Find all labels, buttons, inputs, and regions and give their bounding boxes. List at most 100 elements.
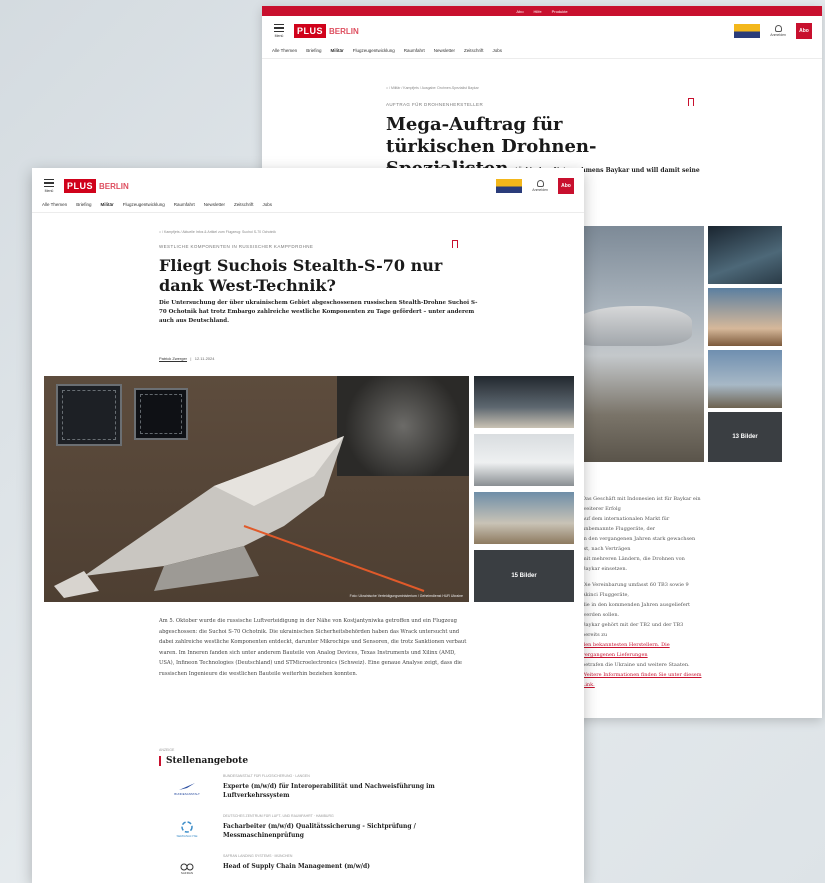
site-logo[interactable]: PLUS BERLIN (294, 24, 359, 38)
top-link[interactable]: Hilfe (534, 9, 542, 14)
body-link[interactable]: Weitere Informationen finden Sie unter d… (582, 670, 702, 690)
account-label: Anmelden (532, 188, 548, 192)
nav-item[interactable]: Flugzeugentwicklung (123, 202, 165, 207)
bookmark-icon[interactable] (688, 98, 694, 106)
site-logo[interactable]: PLUS BERLIN (64, 179, 129, 193)
more-images-button[interactable]: 15 Bilder (474, 550, 574, 602)
main-nav: Alle Themen Briefing Militär Flugzeugent… (32, 200, 584, 213)
nav-item[interactable]: Raumfahrt (404, 48, 425, 53)
job-meta: Safran Landing Systems · München (223, 854, 293, 858)
nav-item[interactable]: Flugzeugentwicklung (353, 48, 395, 53)
article-kicker: AUFTRAG FÜR DROHNENHERSTELLER (386, 102, 484, 107)
main-nav: Alle Themen Briefing Militär Flugzeugent… (262, 46, 822, 59)
account-button[interactable]: Anmelden (770, 25, 786, 37)
hamburger-icon (44, 178, 54, 181)
menu-label: Menü (274, 34, 284, 39)
body-line: mit mehreren Ländern, die Drohnen von Ba… (582, 556, 685, 572)
foreground-article-card: Menü PLUS BERLIN Anmelden Abo Alle Theme… (32, 168, 584, 883)
jobs-heading-text: Stellenangebote (166, 756, 249, 766)
author-link[interactable]: Patrick Zwerger (159, 356, 187, 361)
bookmark-icon[interactable] (452, 240, 458, 248)
user-icon (774, 25, 782, 32)
ring-logo-icon (181, 821, 193, 833)
company-logo: SEMIANALYSE (159, 816, 215, 842)
byline: Patrick Zwerger | 12.11.2024 (159, 356, 214, 361)
job-title[interactable]: Head of Supply Chain Management (m/w/d) (223, 862, 448, 871)
body-line: Die Vereinbarung umfasst 60 TB3 sowie 9 … (582, 582, 689, 598)
subscribe-button[interactable]: Abo (796, 23, 812, 39)
hamburger-icon-line (44, 185, 54, 188)
heading-accent (159, 756, 161, 766)
gallery-thumbnail[interactable] (708, 226, 782, 284)
logo-plus: PLUS (294, 24, 327, 38)
gallery-thumbnail[interactable] (474, 492, 574, 544)
gallery-thumbnail[interactable] (474, 434, 574, 486)
menu-label: Menü (44, 189, 54, 194)
account-label: Anmelden (770, 33, 786, 37)
top-link[interactable]: Produkte (552, 9, 568, 14)
gallery-thumbnail[interactable] (708, 350, 782, 408)
logo-plus: PLUS (64, 179, 97, 193)
job-listing[interactable]: BUNDESANSTALT Bundesanstalt für Flugsich… (159, 772, 449, 810)
image-caption: Foto: Ukrainische Verteidigungsministeri… (349, 594, 463, 598)
account-button[interactable]: Anmelden (532, 180, 548, 192)
hamburger-icon-line (274, 27, 284, 29)
article-kicker: WESTLICHE KOMPONENTEN IN RUSSISCHER KAMP… (159, 244, 314, 249)
nav-item[interactable]: Raumfahrt (174, 202, 195, 207)
company-logo: SAFRAN (159, 856, 215, 882)
gallery-main-image[interactable]: Foto: Ukrainische Verteidigungsministeri… (44, 376, 469, 602)
nav-item[interactable]: Newsletter (434, 48, 455, 53)
top-link-bar: Abo Hilfe Produkte (262, 6, 822, 16)
body-line: auf dem internationalen Markt für unbema… (582, 516, 670, 532)
subscribe-button[interactable]: Abo (558, 178, 574, 194)
nav-item[interactable]: Militär (330, 48, 343, 53)
body-line: die in den kommenden Jahren ausgeliefert… (582, 602, 691, 618)
body-link[interactable]: den bekanntesten Herstellern. Die vergan… (582, 640, 702, 660)
nav-item[interactable]: Briefing (306, 48, 321, 53)
job-listing[interactable]: SEMIANALYSE Deutsches Zentrum für Luft- … (159, 812, 449, 850)
job-listing[interactable]: SAFRAN Safran Landing Systems · München … (159, 852, 449, 883)
company-logo-text: BUNDESANSTALT (174, 792, 200, 796)
nav-item[interactable]: Jobs (263, 202, 273, 207)
hamburger-icon-line (44, 182, 54, 184)
job-title[interactable]: Experte (m/w/d) für Interoperabilität un… (223, 782, 448, 800)
menu-button[interactable]: Menü (272, 23, 286, 39)
body-line: betrafen die Ukraine und weitere Staaten… (582, 662, 690, 668)
byline-separator: | (188, 356, 194, 361)
body-line: Das Geschäft mit Indonesien ist für Bayk… (582, 496, 701, 512)
jobs-heading: Stellenangebote (159, 756, 248, 766)
job-title[interactable]: Facharbeiter (m/w/d) Qualitätssicherung … (223, 822, 448, 840)
nav-item[interactable]: Briefing (76, 202, 91, 207)
article-title: Fliegt Suchois Stealth-S-70 nur dank Wes… (159, 256, 443, 295)
jet-image (572, 306, 692, 346)
more-images-button[interactable]: 13 Bilder (708, 412, 782, 462)
job-meta: Deutsches Zentrum für Luft- und Raumfahr… (223, 814, 334, 818)
bird-logo-icon (179, 783, 195, 790)
nav-item[interactable]: Alle Themen (272, 48, 297, 53)
company-logo: BUNDESANSTALT (159, 776, 215, 802)
top-link[interactable]: Abo (516, 9, 523, 14)
nav-item[interactable]: Zeitschrift (464, 48, 484, 53)
gallery-thumbnail[interactable] (708, 288, 782, 346)
nav-item[interactable]: Alle Themen (42, 202, 67, 207)
breadcrumb[interactable]: ⌂ / Kampfjets / Aktuelle Infos & Artikel… (159, 230, 276, 234)
company-logo-text: SAFRAN (180, 871, 194, 875)
nav-item[interactable]: Newsletter (204, 202, 225, 207)
menu-button[interactable]: Menü (42, 178, 56, 194)
site-header: Menü PLUS BERLIN Anmelden Abo (32, 172, 584, 200)
nav-item[interactable]: Zeitschrift (234, 202, 254, 207)
body-line: in den vergangenen Jahren stark gewachse… (582, 536, 696, 552)
article-lead: Die Untersuchung der über ukrainischem G… (159, 300, 478, 324)
safran-logo-icon (180, 863, 194, 871)
breadcrumb[interactable]: ⌂ / Militär / Kampfjets / Ausgabe: Drohn… (386, 86, 479, 90)
magazine-badge-icon[interactable] (734, 24, 761, 38)
user-icon (536, 180, 544, 187)
gallery-thumbnail[interactable] (474, 376, 574, 428)
magazine-badge-icon[interactable] (496, 179, 523, 193)
hamburger-icon-line (274, 30, 284, 33)
nav-item[interactable]: Jobs (493, 48, 503, 53)
article-body: Das Geschäft mit Indonesien ist für Bayk… (582, 494, 702, 690)
nav-item[interactable]: Militär (100, 202, 113, 207)
company-logo-text: SEMIANALYSE (176, 834, 198, 838)
drone-wreck-image (54, 436, 425, 598)
